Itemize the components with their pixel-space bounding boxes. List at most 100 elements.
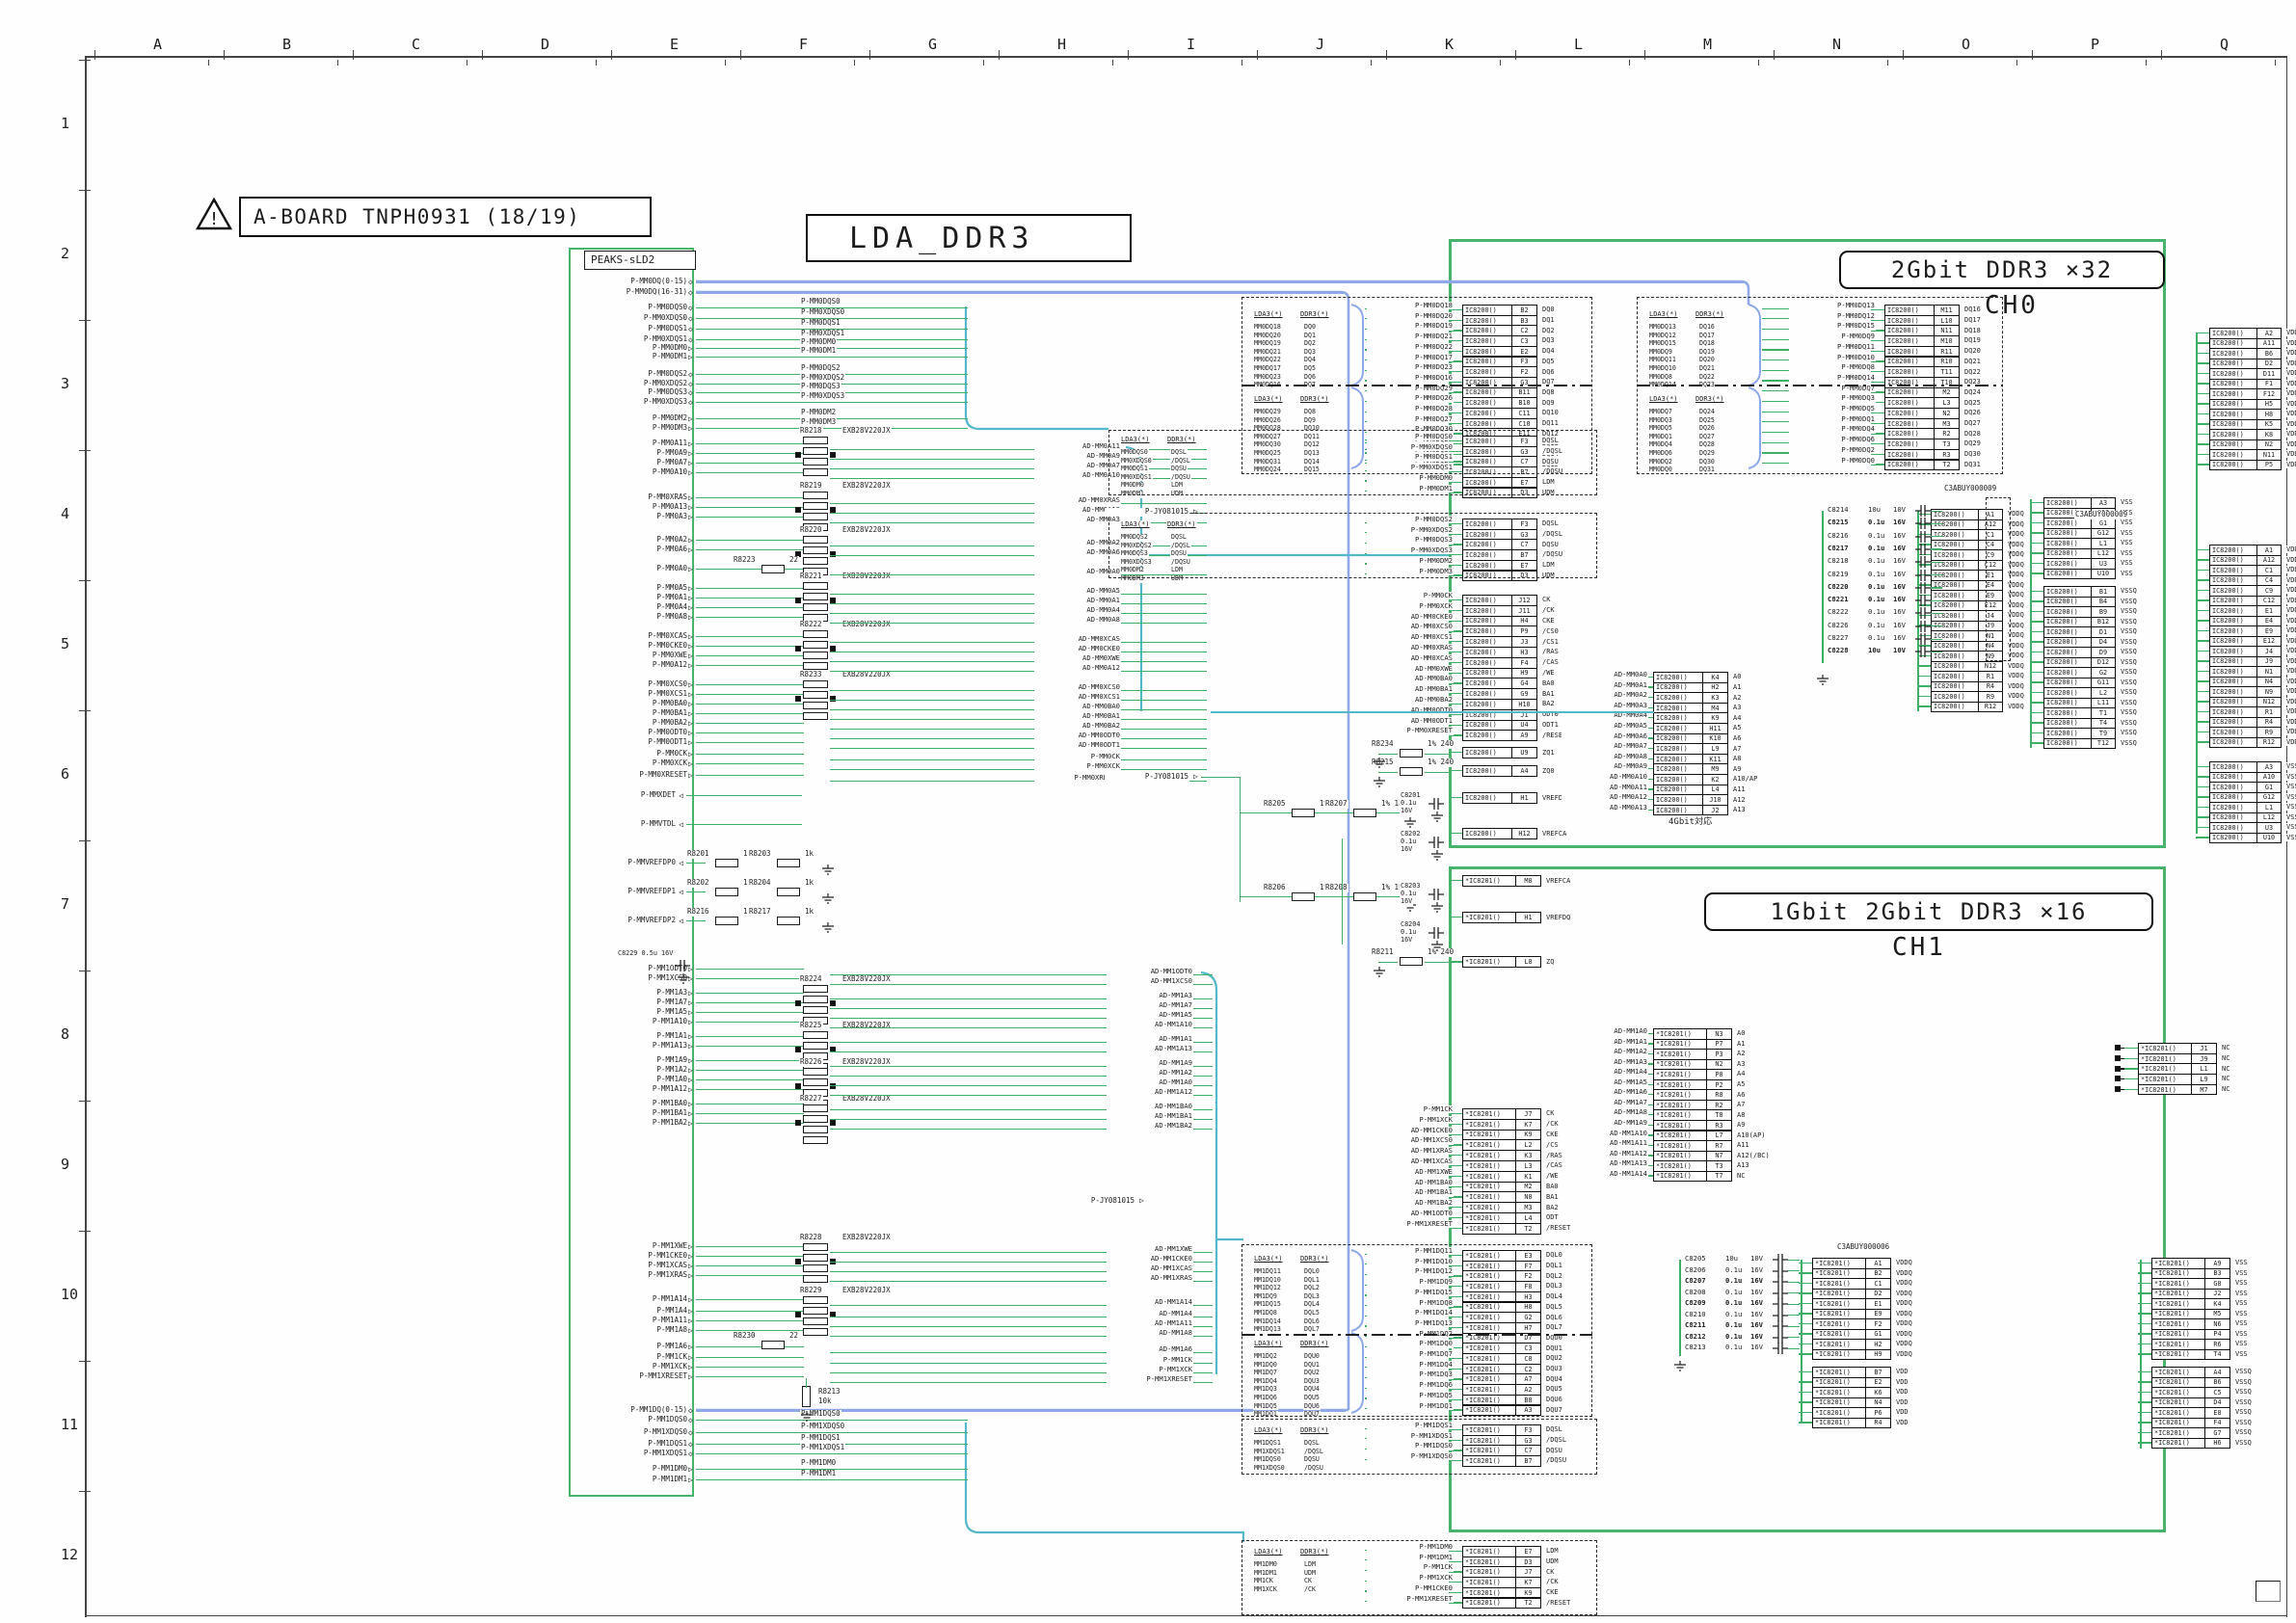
rnet-body <box>803 603 828 611</box>
rnet-body <box>803 492 828 499</box>
resistor-ref: R8203 <box>748 850 772 859</box>
net-label: AD-MM1XCS0 <box>1367 1136 1454 1144</box>
pin-signal: VDDQ <box>1895 1299 1913 1307</box>
rnet-body <box>803 447 828 455</box>
ground-icon <box>1373 777 1386 788</box>
wire <box>696 281 1747 283</box>
pin-signal: ZQ <box>1545 958 1555 966</box>
pin-signal: VDDQ <box>2285 687 2296 695</box>
wire <box>830 594 1207 595</box>
port-label: P-MM1A2 <box>601 1066 688 1075</box>
wire <box>1449 833 1462 834</box>
wire <box>2196 383 2209 384</box>
pin-signal: VDD <box>1895 1368 1909 1375</box>
port-icon: ▷ <box>687 449 694 458</box>
wire <box>696 1299 804 1300</box>
rnet-ref: R8228 <box>799 1234 823 1242</box>
addr-note: 4Gbit対応 <box>1668 817 1713 827</box>
rnet-body <box>803 1243 828 1251</box>
wire <box>696 665 804 666</box>
wire <box>1917 685 1931 686</box>
pin-signal: VDDQ <box>2285 707 2296 715</box>
pin-signal: A12 <box>1732 796 1747 804</box>
net-label: AD-MM1A10 <box>1562 1130 1648 1137</box>
pin-signal: VDD <box>2285 440 2296 448</box>
wire <box>1449 917 1462 918</box>
net-label: AD-MM0A0 <box>1562 671 1648 678</box>
port-icon: ▷ <box>1192 772 1199 781</box>
net-label: P-MM0XRESET <box>1367 727 1454 734</box>
port-icon: ◇ <box>687 380 694 388</box>
wire <box>696 1275 804 1276</box>
pin-signal: /CS0 <box>1541 627 1560 635</box>
net-label: AD-MM0A11 <box>1562 784 1648 791</box>
part-number: C3ABUY000006 <box>1836 1243 1890 1252</box>
rnet-body <box>803 1296 828 1304</box>
capacitor-voltage: 10V <box>1892 506 1907 514</box>
pin-signal: VSSQ <box>2120 587 2138 595</box>
resistor-value: 1% 240 <box>1427 740 1455 749</box>
rnet-pin <box>830 452 836 458</box>
net-label: P-MM0XDQS3 <box>800 392 845 401</box>
port-icon: ▷ <box>687 1018 694 1026</box>
wire <box>696 742 804 743</box>
wire <box>2030 522 2043 523</box>
pin-signal: VSS <box>2120 498 2134 506</box>
capacitor-ref: C8207 <box>1684 1277 1707 1285</box>
wire <box>2030 742 2043 743</box>
wire <box>2030 672 2043 673</box>
wire <box>830 603 1207 604</box>
wire <box>696 1376 804 1377</box>
net-label: AD-MM1CKE0 <box>1107 1255 1193 1263</box>
pin-signal: A4 <box>1732 714 1742 722</box>
pin-signal: VSSQ <box>2120 688 2138 696</box>
resistor-ref: R8234 <box>1371 740 1395 749</box>
capacitor-value: 0.1u <box>1867 622 1885 629</box>
wire <box>830 690 1207 691</box>
resistor-ref: R8217 <box>748 908 772 917</box>
ground-icon <box>1430 902 1444 914</box>
port-label: P-MM0A6 <box>601 545 688 554</box>
port-icon: ▷ <box>687 513 694 521</box>
wire <box>696 684 804 685</box>
wire <box>1931 587 1942 588</box>
wire <box>2196 333 2198 834</box>
net-label: AD-MM0XCAS <box>1367 654 1454 662</box>
wire <box>2196 776 2209 777</box>
capacitor-value: 0.1u <box>1867 583 1885 591</box>
wire <box>696 1089 804 1090</box>
pin-signal: VDD <box>1895 1408 1909 1416</box>
pin-signal: VSS <box>2120 559 2134 567</box>
wire <box>696 1123 804 1124</box>
capacitor-value: 0.1u <box>1724 1266 1743 1274</box>
capacitor-voltage: 16V <box>1400 937 1413 945</box>
wire <box>2196 816 2209 817</box>
net-label: AD-MM0A5 <box>1562 722 1648 730</box>
pin-cell: T12 <box>2091 738 2116 750</box>
wire <box>696 402 968 403</box>
capacitor-value: 0.1u <box>1724 1344 1743 1351</box>
pin-signal: CKE <box>1545 1131 1560 1138</box>
cap-array-box <box>1986 497 2011 661</box>
wire <box>2196 721 2209 722</box>
capacitor-icon <box>1915 570 1931 581</box>
pin-signal: VSS <box>2234 1279 2249 1287</box>
net-label: P-MM0DM2 <box>800 409 837 417</box>
net-label: AD-MM1A4 <box>1107 1310 1193 1317</box>
net-label: AD-MM1A12 <box>1562 1150 1648 1157</box>
capacitor-ref: C8205 <box>1684 1255 1707 1263</box>
wire <box>2196 620 2209 621</box>
port-label: P-MM0BA0 <box>601 700 688 708</box>
wire <box>2030 591 2043 592</box>
net-label: P-MM0XDQS0 <box>800 308 845 317</box>
part-number: C3ABUY000009 <box>2074 511 2128 519</box>
wire <box>686 891 706 892</box>
port-label: P-MM1A13 <box>601 1042 688 1051</box>
net-label: AD-MM0ODT0 <box>1034 732 1121 739</box>
net-label: AD-MM0XWE <box>1034 654 1121 662</box>
pin-signal: A10(AP) <box>1736 1131 1767 1139</box>
wire <box>806 1378 807 1388</box>
port-icon: ▷ <box>687 603 694 612</box>
pin-signal: NC <box>2221 1085 2230 1093</box>
port-label: P-MM0XRAS <box>601 493 688 502</box>
